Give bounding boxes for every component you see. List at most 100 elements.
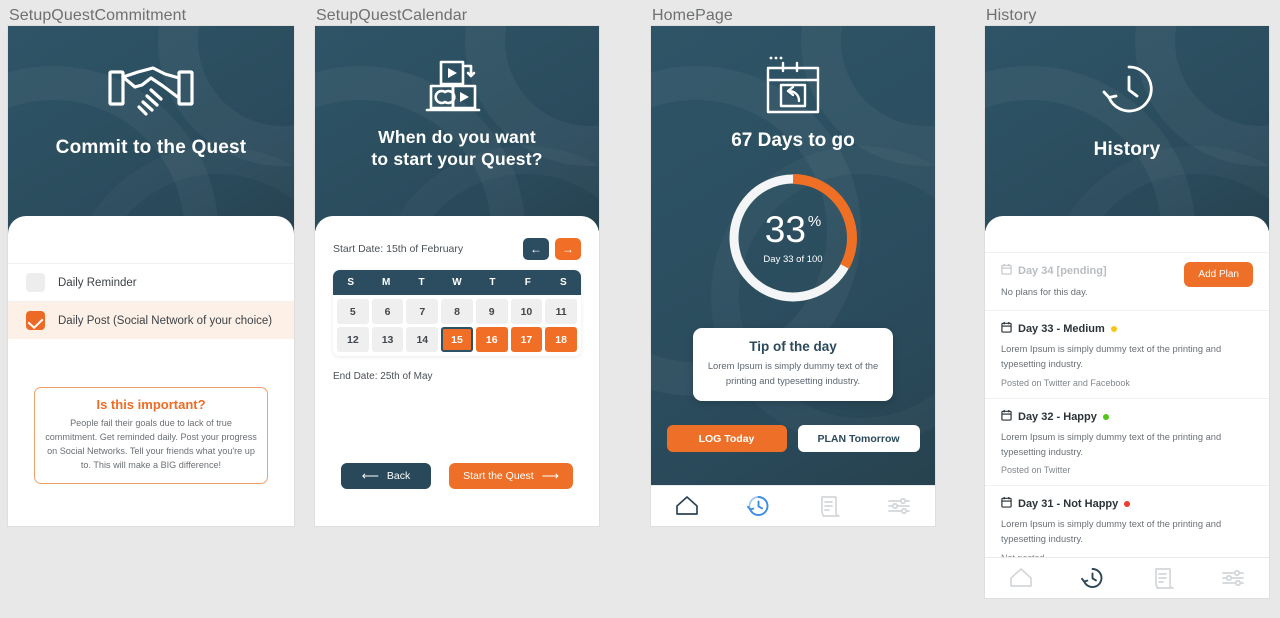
log-icon[interactable] — [1152, 567, 1174, 590]
option-label: Daily Reminder — [58, 276, 137, 289]
history-entry-row[interactable]: Day 32 - Happy Lorem Ipsum is simply dum… — [985, 397, 1269, 486]
calendar-card: S M T W T F S 5 6 7 8 9 10 11 12 13 14 1… — [333, 270, 581, 356]
calendar-icon — [1001, 408, 1012, 426]
option-row-daily-post[interactable]: Daily Post (Social Network of your choic… — [8, 301, 294, 339]
handshake-icon — [107, 60, 195, 122]
calendar-day[interactable]: 16 — [475, 327, 508, 352]
history-icon[interactable] — [1080, 566, 1105, 590]
checkbox-daily-reminder[interactable] — [26, 273, 45, 292]
back-button[interactable]: ⟵ Back — [341, 463, 431, 489]
hero-section: When do you want to start your Quest? — [315, 26, 599, 231]
add-plan-label: Add Plan — [1198, 269, 1239, 280]
tip-body: Lorem Ipsum is simply dummy text of the … — [707, 360, 879, 386]
calendar-nav: ← → — [523, 238, 581, 260]
calendar-day[interactable]: 9 — [475, 299, 508, 324]
log-icon[interactable] — [818, 495, 840, 518]
info-box: Is this important? People fail their goa… — [34, 387, 268, 485]
dow-cell: F — [524, 277, 531, 288]
hero-title-line2: to start your Quest? — [371, 148, 543, 169]
calendar-day[interactable]: 10 — [510, 299, 543, 324]
progress-subtitle: Day 33 of 100 — [763, 254, 823, 265]
settings-icon[interactable] — [887, 496, 911, 516]
pending-head: Day 34 [pending] — [1001, 262, 1107, 280]
screens-container: SetupQuestCommitment Commit to the Quest… — [0, 0, 1280, 618]
log-today-label: LOG Today — [698, 432, 755, 445]
tip-of-the-day-card: Tip of the day Lorem Ipsum is simply dum… — [693, 328, 893, 402]
mood-dot — [1110, 325, 1117, 332]
calendar-day[interactable]: 7 — [406, 299, 439, 324]
back-button-label: Back — [386, 470, 411, 482]
checkbox-daily-post[interactable] — [26, 311, 45, 330]
calendar-icon — [1001, 495, 1012, 513]
footer-buttons: ⟵ Back Start the Quest ⟶ — [315, 463, 599, 489]
add-plan-button[interactable]: Add Plan — [1184, 262, 1253, 287]
calendar-header: Start Date: 15th of February ← → — [315, 238, 599, 260]
calendar-day-selected[interactable]: 15 — [441, 327, 473, 352]
start-date-label: Start Date: 15th of February — [333, 243, 464, 255]
progress-percent: 33% — [765, 211, 822, 248]
calendar-grid: 5 6 7 8 9 10 11 12 13 14 15 16 17 18 — [333, 295, 581, 356]
progress-ring-center: 33% Day 33 of 100 — [725, 170, 861, 306]
dow-cell: T — [489, 277, 496, 288]
history-day-label: Day 33 - Medium — [1018, 322, 1105, 335]
pending-day-label: Day 34 [pending] — [1018, 265, 1107, 277]
bottom-nav — [985, 557, 1269, 598]
start-quest-button[interactable]: Start the Quest ⟶ — [449, 463, 573, 489]
phone-frame: When do you want to start your Quest? St… — [315, 26, 599, 526]
option-label: Daily Post (Social Network of your choic… — [58, 314, 273, 327]
progress-percent-value: 33 — [764, 209, 806, 250]
calendar-day[interactable]: 13 — [371, 327, 404, 352]
history-posted-label: Posted on Twitter and Facebook — [1001, 377, 1130, 388]
screen-history: History History Day 34 [pending] No plan… — [985, 6, 1269, 598]
screen-setup-quest-calendar: SetupQuestCalendar When do you want to s… — [315, 6, 599, 526]
calendar-day[interactable]: 17 — [510, 327, 543, 352]
hero-title: When do you want to start your Quest? — [371, 127, 542, 171]
screen-setup-quest-commitment: SetupQuestCommitment Commit to the Quest… — [8, 6, 294, 526]
log-today-button[interactable]: LOG Today — [666, 425, 787, 453]
next-month-button[interactable]: → — [555, 238, 581, 260]
history-entry-row[interactable]: Day 33 - Medium Lorem Ipsum is simply du… — [985, 309, 1269, 398]
history-clock-icon — [1097, 62, 1157, 120]
hero-section: 67 Days to go 33% Day 33 of 100 Tip of t… — [651, 26, 935, 485]
screen-title: History — [986, 7, 1037, 24]
settings-icon[interactable] — [1221, 568, 1245, 588]
calendar-day[interactable]: 8 — [441, 299, 473, 324]
history-entry-text: Lorem Ipsum is simply dummy text of the … — [1001, 519, 1222, 545]
calendar-day[interactable]: 5 — [337, 299, 369, 324]
history-day-label: Day 31 - Not Happy — [1018, 498, 1119, 511]
end-date-label: End Date: 25th of May — [333, 371, 433, 382]
calendar-day[interactable]: 6 — [371, 299, 404, 324]
arrow-left-icon: ← — [530, 242, 542, 256]
arrow-right-icon: → — [562, 242, 574, 256]
calendar-day[interactable]: 14 — [406, 327, 439, 352]
calendar-icon — [1001, 262, 1012, 280]
hero-title: History — [1093, 139, 1161, 160]
screen-title: SetupQuestCalendar — [316, 7, 468, 24]
phone-frame: 67 Days to go 33% Day 33 of 100 Tip of t… — [651, 26, 935, 526]
progress-ring: 33% Day 33 of 100 — [725, 170, 861, 306]
option-row-daily-reminder[interactable]: Daily Reminder — [8, 263, 294, 301]
calendar-day[interactable]: 11 — [545, 299, 577, 324]
history-icon[interactable] — [746, 494, 771, 518]
percent-symbol: % — [807, 213, 822, 230]
calendar-day[interactable]: 18 — [545, 327, 577, 352]
hero-title-line1: When do you want — [378, 127, 536, 147]
home-icon[interactable] — [1009, 567, 1033, 589]
history-posted-label: Posted on Twitter — [1001, 465, 1071, 476]
phone-frame: History Day 34 [pending] No plans for th… — [985, 26, 1269, 598]
pending-note: No plans for this day. — [1001, 287, 1088, 297]
plan-tomorrow-button[interactable]: PLAN Tomorrow — [797, 425, 920, 453]
calendar-day[interactable]: 12 — [337, 327, 369, 352]
home-icon[interactable] — [675, 495, 699, 517]
content-sheet: Day 34 [pending] No plans for this day. … — [985, 216, 1269, 563]
calendar-icon — [1001, 320, 1012, 338]
prev-month-button[interactable]: ← — [523, 238, 549, 260]
history-entry-text: Lorem Ipsum is simply dummy text of the … — [1001, 431, 1222, 457]
dow-cell: M — [381, 277, 391, 288]
info-body: People fail their goals due to lack of t… — [45, 418, 257, 471]
mood-dot — [1124, 501, 1131, 508]
dow-cell: W — [452, 277, 462, 288]
blocks-icon — [425, 58, 489, 114]
dow-cell: S — [559, 277, 567, 288]
hero-title: Commit to the Quest — [55, 137, 247, 158]
